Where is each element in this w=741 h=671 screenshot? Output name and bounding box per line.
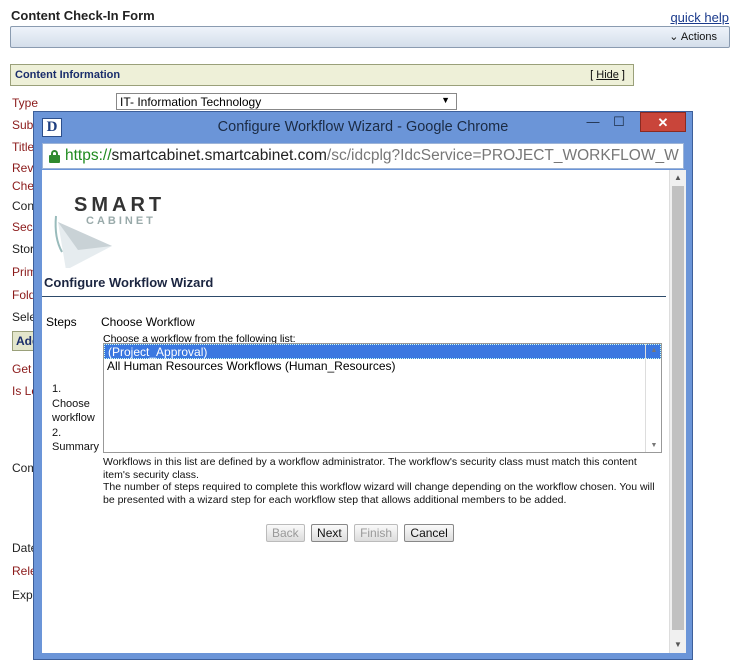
workflow-note: The number of steps required to complete… [103, 481, 655, 506]
step-text: workflow [52, 412, 95, 424]
actions-label: Actions [680, 31, 717, 43]
step-number: 1. [52, 383, 62, 395]
divider [42, 296, 666, 297]
close-icon: ✕ [657, 115, 669, 130]
scroll-up-icon[interactable]: ▲ [646, 347, 662, 354]
section-title: Content Information [15, 69, 121, 81]
minimize-button[interactable]: — [580, 112, 606, 132]
workflow-option[interactable]: All Human Resources Workflows (Human_Res… [104, 359, 661, 374]
choose-workflow-title: Choose Workflow [101, 315, 195, 329]
scroll-down-icon[interactable]: ▼ [670, 637, 686, 653]
content-information-header: Content Information [ Hide ] [10, 64, 634, 86]
page-content: SMART CABINET Configure Workflow Wizard … [42, 170, 686, 653]
page-title: Content Check-In Form [11, 8, 155, 23]
next-button[interactable]: Next [311, 524, 348, 542]
maximize-button[interactable]: ☐ [606, 112, 632, 132]
listbox-scrollbar[interactable]: ▲ ▼ [645, 344, 661, 452]
step-text: Summary [52, 441, 100, 453]
close-button[interactable]: ✕ [640, 112, 686, 132]
field-label: Title [12, 140, 35, 154]
lock-icon [49, 150, 60, 163]
actions-bar: ⌄ Actions [10, 26, 730, 48]
field-label: Stor [12, 242, 35, 256]
scroll-up-icon[interactable]: ▲ [670, 170, 686, 186]
dropdown-arrow-icon: ▼ [441, 95, 450, 105]
url-text: https://smartcabinet.smartcabinet.com/sc… [65, 147, 679, 164]
hide-control: [ Hide ] [590, 69, 625, 81]
smart-cabinet-logo: SMART CABINET [52, 188, 172, 268]
field-label: Fold [12, 288, 36, 302]
type-select[interactable]: IT- Information Technology ▼ [116, 93, 457, 110]
type-select-value: IT- Information Technology [120, 95, 262, 109]
scroll-down-icon[interactable]: ▼ [646, 442, 662, 449]
field-label: Exp [12, 588, 33, 602]
field-label: Get [12, 362, 32, 376]
window-titlebar[interactable]: D Configure Workflow Wizard - Google Chr… [34, 112, 692, 142]
workflow-note: Workflows in this list are defined by a … [103, 456, 637, 481]
field-label-type: Type [12, 96, 39, 110]
workflow-wizard-window: D Configure Workflow Wizard - Google Chr… [33, 111, 693, 660]
back-button[interactable]: Back [266, 524, 305, 542]
actions-button[interactable]: ⌄ Actions [669, 30, 717, 43]
logo-cabinet-text: CABINET [86, 215, 156, 227]
quick-help-link[interactable]: quick help [670, 10, 729, 25]
workflow-listbox[interactable]: (Project_Approval) All Human Resources W… [103, 343, 662, 453]
page-scrollbar[interactable]: ▲ ▼ [669, 170, 686, 653]
address-bar[interactable]: https://smartcabinet.smartcabinet.com/sc… [42, 143, 684, 169]
cancel-button[interactable]: Cancel [404, 524, 454, 542]
logo-smart-text: SMART [74, 194, 166, 216]
finish-button[interactable]: Finish [354, 524, 399, 542]
field-label: Che [12, 179, 35, 193]
field-label: Sub [12, 118, 34, 132]
steps-label: Steps [46, 315, 77, 329]
chevron-down-icon: ⌄ [669, 31, 679, 43]
field-label: Con [12, 199, 35, 213]
workflow-option[interactable]: (Project_Approval) [104, 344, 661, 359]
scroll-thumb[interactable] [672, 186, 684, 630]
maximize-icon: ☐ [613, 114, 625, 129]
step-text: Choose [52, 397, 90, 410]
step-list: 1. Choose workflow 2. Summary [52, 382, 99, 455]
hide-link[interactable]: Hide [596, 69, 619, 81]
step-number: 2. [52, 426, 62, 439]
wizard-buttons: Back Next Finish Cancel [266, 524, 457, 542]
wizard-title: Configure Workflow Wizard [44, 275, 214, 290]
minimize-icon: — [586, 114, 600, 129]
